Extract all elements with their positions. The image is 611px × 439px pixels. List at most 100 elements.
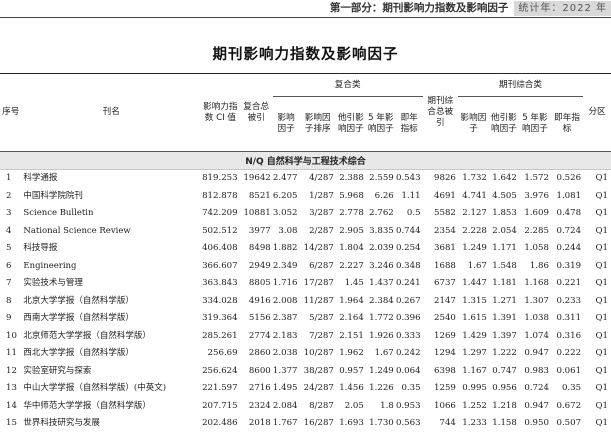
table-body: N/Q 自然科学与工程技术综合 1 科学通报 819.253 19642 2.477 4/… — [0, 151, 611, 433]
table-row: 1 科学通报 819.253 19642 2.477 4/287 2.388 2.559 0.5… — [0, 170, 611, 188]
cell-imm: 0.254 — [395, 243, 421, 253]
cell-imm: 0.064 — [395, 365, 421, 376]
cell-gimm: 0.311 — [556, 313, 582, 323]
cell-goif: 1.391 — [492, 313, 517, 323]
cell-imm: 0.35 — [401, 383, 421, 393]
cell-gimm: 1.081 — [556, 190, 582, 201]
cell-name: 华中师范大学学报（自然科学版） — [23, 400, 151, 411]
cell-zone: Q1 — [595, 295, 608, 306]
table-header: 序号 刊名 影响力指数 CI 值 复合总被引 复合类 期刊综合总被引 期刊综合类… — [0, 73, 611, 152]
cell-if5: 2.039 — [369, 243, 394, 253]
cell-if5: 2.384 — [369, 295, 394, 306]
cell-zone: Q1 — [595, 348, 608, 358]
cell-goif: 2.054 — [492, 225, 517, 236]
category-label: N/Q 自然科学与工程技术综合 — [0, 151, 611, 170]
cell-if: 2.038 — [272, 348, 298, 358]
cell-imm: 0.543 — [395, 173, 421, 183]
cell-gimm: 0.061 — [556, 365, 582, 376]
cell-gif5: 1.86 — [529, 260, 549, 271]
table-row: 6 Engineering 366.607 2949 2.349 6/287 2.227 3.… — [0, 258, 611, 276]
cell-oif: 1.804 — [339, 243, 364, 253]
cell-zone: Q1 — [595, 208, 608, 218]
cell-gif5: 1.168 — [524, 278, 549, 288]
cell-imm: 0.396 — [395, 313, 421, 323]
col-gen-immediacy: 即年指标 — [554, 113, 580, 134]
cell-if5: 6.26 — [374, 190, 394, 201]
cell-zone: Q1 — [595, 173, 608, 183]
cell-oif: 2.05 — [344, 400, 364, 411]
cell-if: 2.008 — [272, 295, 298, 306]
col-comp-5yr-if: 5 年影响因子 — [367, 113, 394, 134]
cell-gimm: 0.724 — [556, 225, 582, 236]
cell-ci: 207.715 — [202, 400, 238, 411]
cell-jtc: 4691 — [434, 190, 456, 201]
cell-ci: 366.607 — [202, 260, 238, 271]
cell-ci: 334.028 — [202, 295, 238, 306]
cell-no: 14 — [6, 400, 17, 411]
cell-rank: 1/287 — [309, 190, 334, 201]
col-comp-if: 影响因子 — [277, 113, 295, 134]
table-row: 2 中国科学院院刊 812.878 8521 6.205 1/287 5.968 6.26 1.… — [0, 188, 611, 206]
cell-no: 9 — [6, 313, 12, 323]
table-row: 8 北京大学学报（自然科学版） 334.028 4916 2.008 11/287 1.96… — [0, 293, 611, 311]
cell-imm: 0.241 — [395, 278, 421, 288]
cell-imm: 0.267 — [395, 295, 421, 306]
table-row: 13 中山大学学报（自然科学版）(中英文) 221.597 2716 1.495 24/2… — [0, 380, 611, 398]
cell-no: 13 — [6, 383, 17, 393]
cell-gimm: 0.233 — [556, 295, 582, 306]
cell-goif: 0.747 — [492, 365, 517, 376]
cell-gif: 4.741 — [462, 190, 487, 201]
cell-imm: 0.5 — [406, 208, 421, 218]
cell-gif5: 0.950 — [524, 418, 549, 428]
impact-table: 序号 刊名 影响力指数 CI 值 复合总被引 复合类 期刊综合总被引 期刊综合类… — [0, 73, 611, 433]
cell-gif5: 1.307 — [524, 295, 549, 306]
table-row: 9 西南大学学报（自然科学版） 319.364 5156 2.387 5/287 2.164… — [0, 310, 611, 328]
col-comp-if-rank: 影响因子排序 — [304, 113, 331, 134]
cell-jtc: 1294 — [434, 348, 456, 358]
cell-rank: 11/287 — [303, 295, 334, 306]
cell-gif5: 0.947 — [524, 400, 549, 411]
cell-rank: 2/287 — [309, 225, 334, 236]
cell-gif5: 0.724 — [524, 383, 549, 393]
cell-jtc: 1269 — [434, 330, 456, 341]
cell-gif: 0.995 — [462, 383, 487, 393]
cell-rank: 24/287 — [303, 383, 334, 393]
cell-ci: 256.69 — [207, 348, 238, 358]
cell-gif: 1.297 — [462, 348, 487, 358]
cell-if: 1.377 — [272, 365, 298, 376]
cell-oif: 1.964 — [339, 295, 364, 306]
cell-tc: 5156 — [248, 313, 271, 323]
cell-name: Engineering — [23, 260, 77, 271]
cell-gimm: 0.222 — [556, 348, 582, 358]
col-no: 序号 — [2, 107, 20, 117]
col-gen-other-if: 他引影响因子 — [490, 113, 517, 134]
cell-zone: Q1 — [595, 190, 608, 201]
cell-goif: 1.548 — [492, 260, 517, 271]
table-row: 4 National Science Review 502.512 3977 3.08 2… — [0, 223, 611, 241]
cell-gif: 1.249 — [462, 243, 487, 253]
cell-name: 科技导报 — [23, 243, 58, 253]
cell-goif: 1.181 — [492, 278, 517, 288]
cell-goif: 1.397 — [492, 330, 517, 341]
cell-name: 中国科学院院刊 — [23, 190, 83, 201]
cell-gimm: 0.35 — [561, 383, 582, 393]
section-title: 第一部分：期刊影响力指数及影响因子 — [329, 2, 509, 14]
table-row: 14 华中师范大学学报（自然科学版） 207.715 2324 2.084 8/287 2.… — [0, 398, 611, 416]
cell-goif: 1.271 — [492, 295, 517, 306]
cell-if: 1.495 — [272, 383, 298, 393]
cell-name: 中山大学学报（自然科学版）(中英文) — [23, 383, 167, 393]
cell-zone: Q1 — [595, 365, 608, 376]
cell-gif: 1.252 — [462, 400, 487, 411]
col-journal-total-cites: 期刊综合总被引 — [427, 96, 454, 128]
cell-name: 实验室研究与探索 — [23, 365, 92, 376]
cell-if5: 2.762 — [369, 208, 394, 218]
cell-jtc: 5582 — [434, 208, 456, 218]
cell-imm: 0.333 — [395, 330, 421, 341]
cell-gif: 2.228 — [462, 225, 487, 236]
cell-zone: Q1 — [595, 400, 608, 411]
cell-jtc: 6737 — [434, 278, 456, 288]
cell-no: 1 — [6, 173, 12, 183]
cell-if5: 1.926 — [369, 330, 394, 341]
cell-gimm: 0.319 — [556, 260, 582, 271]
cell-gif: 1.732 — [462, 173, 487, 183]
